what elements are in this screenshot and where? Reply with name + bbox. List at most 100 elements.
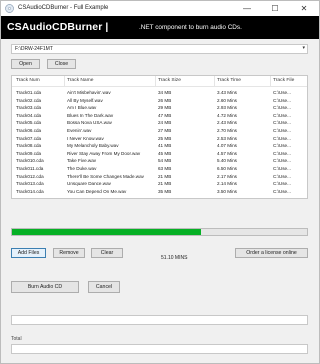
cell-track-num: Track02.cda	[16, 97, 42, 103]
cell-track-size: 63 MB	[158, 166, 172, 171]
cell-track-name: Unsquare Dance.wav	[67, 181, 111, 187]
cell-track-size: 41 MB	[158, 143, 172, 149]
maximize-button[interactable]: ☐	[261, 1, 289, 16]
table-row[interactable]: Track07.cda I Never Know.wav 25 MB 2.53 …	[12, 135, 307, 143]
column-track-num[interactable]: Track Num	[16, 78, 40, 83]
burn-audio-cd-button[interactable]: Burn Audio CD	[11, 281, 79, 293]
table-row[interactable]: Track010.cda Take Five.wav 54 MB 5.40 Mi…	[12, 157, 307, 165]
cell-track-time: 2.17 Mins	[217, 173, 237, 179]
column-track-time[interactable]: Track Time	[217, 78, 241, 83]
cell-track-name: Am I Blue.wav	[67, 105, 97, 111]
cell-track-file: C:\Use...	[273, 158, 291, 164]
burn-progress-bar	[11, 228, 308, 236]
total-progress-field	[11, 344, 308, 354]
drive-select[interactable]: F:\DRW-24F1MT ▾	[11, 44, 308, 54]
cell-track-time: 5.40 Mins	[217, 158, 237, 164]
cell-track-num: Track06.cda	[16, 128, 42, 133]
cell-track-name: You Can Depend On Me.wav	[67, 188, 127, 194]
cell-track-num: Track014.cda	[16, 188, 44, 194]
cell-track-time: 2.43 Mins	[217, 120, 237, 126]
cell-track-file: C:\Use...	[273, 166, 291, 171]
table-row[interactable]: Track014.cda You Can Depend On Me.wav 35…	[12, 188, 307, 196]
cell-track-name: Blues In The Dark.wav	[67, 112, 114, 118]
column-track-name[interactable]: Track Name	[67, 78, 93, 83]
column-separator	[155, 76, 156, 86]
cell-track-time: 2.60 Mins	[217, 97, 237, 103]
close-window-button[interactable]: ✕	[290, 1, 318, 16]
cell-track-name: Bossa Nova USA.wav	[67, 120, 112, 126]
cell-track-size: 26 MB	[158, 97, 172, 103]
banner-subtitle: .NET component to burn audio CDs.	[139, 24, 242, 31]
order-license-button[interactable]: Order a license online	[235, 248, 308, 258]
table-row[interactable]: Track01.cda Ain't Misbehavin'.wav 34 MB …	[12, 89, 307, 97]
column-separator	[214, 76, 215, 86]
open-tray-button[interactable]: Open	[11, 59, 40, 69]
cell-track-num: Track013.cda	[16, 181, 44, 187]
table-row[interactable]: Track08.cda My Melancholy Baby.wav 41 MB…	[12, 142, 307, 150]
cell-track-num: Track04.cda	[16, 112, 42, 118]
cell-track-name: Evenin'.wav	[67, 128, 92, 133]
track-list[interactable]: Track Num Track Name Track Size Track Ti…	[11, 75, 308, 199]
window-title: CSAudioCDBurner - Full Example	[18, 5, 109, 11]
chevron-down-icon: ▾	[302, 45, 305, 51]
drive-select-value: F:\DRW-24F1MT	[15, 46, 53, 52]
cell-track-time: 2.53 Mins	[217, 135, 237, 141]
cell-track-time: 4.57 Mins	[217, 150, 237, 156]
cell-track-time: 4.72 Mins	[217, 112, 237, 118]
cell-track-size: 45 MB	[158, 150, 172, 156]
cell-track-size: 27 MB	[158, 128, 172, 133]
cell-track-name: Take Five.wav	[67, 158, 97, 164]
cell-track-size: 29 MB	[158, 105, 172, 111]
cell-track-num: Track05.cda	[16, 120, 42, 126]
cell-track-file: C:\Use...	[273, 188, 291, 194]
cell-track-file: C:\Use...	[273, 135, 291, 141]
table-row[interactable]: Track09.cda River Stay Away From My Door…	[12, 150, 307, 158]
cell-track-size: 24 MB	[158, 120, 172, 126]
total-label: Total	[11, 336, 22, 342]
table-row[interactable]: Track05.cda Bossa Nova USA.wav 24 MB 2.4…	[12, 119, 307, 127]
table-row[interactable]: Track03.cda Am I Blue.wav 29 MB 2.93 Min…	[12, 104, 307, 112]
cell-track-time: 4.07 Mins	[217, 143, 237, 149]
cancel-button[interactable]: Cancel	[88, 281, 120, 293]
minimize-button[interactable]: —	[233, 1, 261, 16]
cell-track-file: C:\Use...	[273, 143, 291, 149]
cell-track-file: C:\Use...	[273, 181, 291, 187]
column-track-size[interactable]: Track Size	[158, 78, 181, 83]
column-separator	[270, 76, 271, 86]
cell-track-size: 34 MB	[158, 90, 172, 95]
cell-track-file: C:\Use...	[273, 150, 291, 156]
cd-disc-icon	[5, 4, 14, 13]
cell-track-file: C:\Use...	[273, 120, 291, 126]
cell-track-time: 2.93 Mins	[217, 105, 237, 111]
cell-track-file: C:\Use...	[273, 97, 291, 103]
table-row[interactable]: Track011.cda The Duke.wav 63 MB 6.50 Min…	[12, 165, 307, 173]
cell-track-name: The Duke.wav	[67, 166, 97, 171]
cell-track-num: Track010.cda	[16, 158, 44, 164]
table-row[interactable]: Track04.cda Blues In The Dark.wav 47 MB …	[12, 112, 307, 120]
banner-title: CSAudioCDBurner |	[7, 21, 109, 33]
cell-track-name: River Stay Away From My Door.wav	[67, 150, 141, 156]
cell-track-name: My Melancholy Baby.wav	[67, 143, 119, 149]
cell-track-file: C:\Use...	[273, 105, 291, 111]
clear-button[interactable]: Clear	[91, 248, 123, 258]
remove-button[interactable]: Remove	[53, 248, 85, 258]
close-tray-button[interactable]: Close	[47, 59, 76, 69]
cell-track-size: 47 MB	[158, 112, 172, 118]
cell-track-size: 54 MB	[158, 158, 172, 164]
cell-track-file: C:\Use...	[273, 112, 291, 118]
cell-track-time: 2.14 Mins	[217, 181, 237, 187]
cell-track-time: 3.50 Mins	[217, 188, 237, 194]
cell-track-size: 21 MB	[158, 181, 172, 187]
cell-track-num: Track012.cda	[16, 173, 44, 179]
table-row[interactable]: Track02.cda All By Myself.wav 26 MB 2.60…	[12, 97, 307, 105]
table-row[interactable]: Track013.cda Unsquare Dance.wav 21 MB 2.…	[12, 180, 307, 188]
cell-track-name: All By Myself.wav	[67, 97, 103, 103]
cell-track-time: 6.50 Mins	[217, 166, 237, 171]
progress-fill	[12, 229, 201, 235]
table-row[interactable]: Track012.cda There'll Be Some Changes Ma…	[12, 173, 307, 181]
table-row[interactable]: Track06.cda Evenin'.wav 27 MB 2.70 Mins …	[12, 127, 307, 135]
add-files-button[interactable]: Add Files	[11, 248, 46, 258]
cell-track-time: 3.43 Mins	[217, 90, 237, 95]
cell-track-file: C:\Use...	[273, 173, 291, 179]
column-track-file[interactable]: Track File	[273, 78, 294, 83]
